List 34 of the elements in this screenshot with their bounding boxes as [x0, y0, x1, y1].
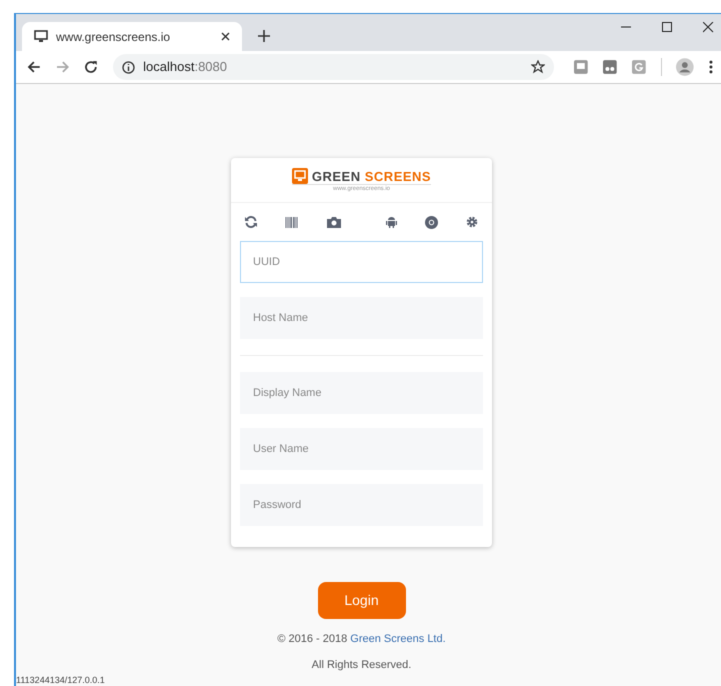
- menu-icon[interactable]: [709, 60, 714, 74]
- monitor-icon: [34, 30, 48, 43]
- star-icon[interactable]: [531, 60, 546, 74]
- info-icon: [122, 60, 136, 74]
- maximize-icon[interactable]: [662, 22, 673, 33]
- settings-icon[interactable]: [466, 216, 478, 228]
- monitor-logo-icon: [292, 168, 308, 184]
- input-field[interactable]: UUID: [240, 241, 483, 283]
- tab-title: www.greenscreens.io: [56, 28, 172, 46]
- input-field[interactable]: Display Name: [240, 372, 483, 414]
- back-arrow-icon[interactable]: [27, 60, 41, 74]
- extension-icon[interactable]: [574, 60, 588, 74]
- android-icon[interactable]: [386, 216, 397, 228]
- barcode-icon[interactable]: [285, 216, 299, 228]
- company-link[interactable]: Green Screens Ltd.: [350, 633, 446, 645]
- camera-icon[interactable]: [327, 216, 341, 228]
- url-text: localhost:8080: [143, 58, 228, 76]
- logo: GREEN SCREENS: [292, 168, 432, 185]
- copyright-text: © 2016 - 2018 Green Screens Ltd.: [277, 632, 446, 647]
- profile-avatar-icon[interactable]: [676, 58, 694, 76]
- input-field[interactable]: Password: [240, 484, 483, 526]
- browser-logo-icon[interactable]: [425, 216, 438, 228]
- extension-icon[interactable]: [603, 60, 617, 74]
- rights-text: All Rights Reserved.: [312, 658, 412, 672]
- status-text: 1113244134/127.0.0.1: [16, 676, 105, 685]
- address-bar[interactable]: localhost:8080: [113, 54, 554, 80]
- new-tab-icon[interactable]: [258, 30, 270, 42]
- refresh-icon[interactable]: [245, 216, 257, 228]
- close-icon[interactable]: [221, 32, 230, 41]
- browser-tab[interactable]: www.greenscreens.io: [22, 22, 242, 51]
- close-icon[interactable]: [703, 22, 714, 33]
- reload-icon[interactable]: [84, 60, 98, 74]
- input-field[interactable]: User Name: [240, 428, 483, 470]
- input-field[interactable]: Host Name: [240, 297, 483, 339]
